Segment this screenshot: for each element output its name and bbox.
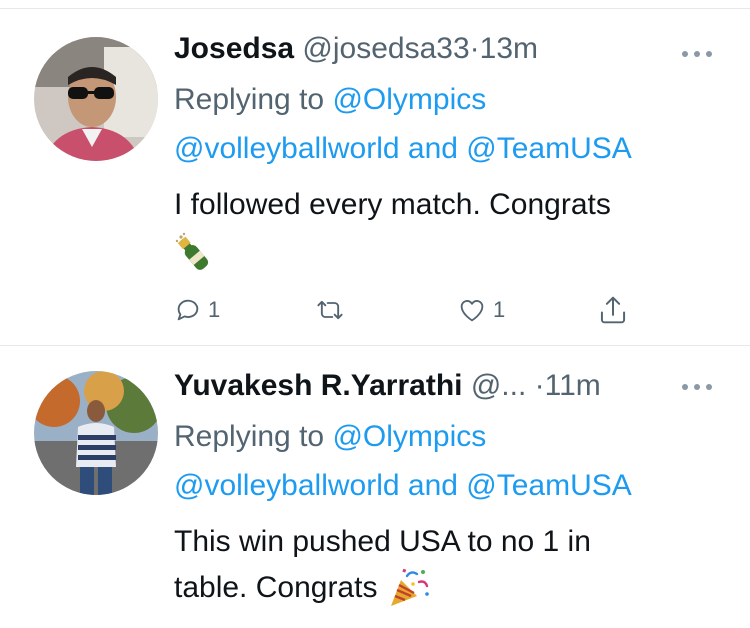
avatar[interactable] [34, 371, 158, 495]
retweet-button[interactable] [314, 292, 352, 328]
mention-teamusa[interactable]: @TeamUSA [466, 132, 632, 165]
replying-prefix: Replying to [174, 420, 325, 453]
more-options-icon[interactable] [680, 382, 714, 392]
share-icon [600, 296, 626, 324]
tweet-header: Yuvakesh R.Yarrathi @... ·11m [174, 368, 720, 404]
tweet-text-line1: This win pushed USA to no 1 in [174, 525, 591, 558]
display-name[interactable]: Josedsa [174, 32, 294, 65]
tweet-text-line2-row: table. Congrats [174, 565, 710, 611]
tweet-1[interactable]: Josedsa @josedsa33·13m Replying to @Olym… [0, 9, 750, 344]
champagne-bottle-emoji [175, 232, 209, 270]
display-name[interactable]: Yuvakesh R.Yarrathi [174, 369, 463, 402]
tweet-2[interactable]: Yuvakesh R.Yarrathi @... ·11m Replying t… [0, 346, 750, 628]
party-popper-emoji [391, 568, 430, 606]
replying-to-line2: @volleyballworld and @TeamUSA [174, 462, 632, 510]
replying-to: Replying to @Olympics [174, 413, 486, 461]
like-count: 1 [493, 297, 506, 322]
mention-volleyballworld[interactable]: @volleyballworld [174, 132, 400, 165]
share-button[interactable] [598, 292, 628, 328]
timestamp[interactable]: 13m [480, 32, 538, 65]
user-handle[interactable]: @josedsa33 [302, 32, 469, 65]
timestamp[interactable]: 11m [545, 369, 601, 402]
mention-olympics[interactable]: @Olympics [332, 83, 486, 116]
tweet-header: Josedsa @josedsa33·13m [174, 31, 720, 67]
replying-prefix: Replying to [174, 83, 325, 116]
reply-icon [177, 299, 199, 321]
reply-count: 1 [208, 297, 221, 322]
tweet-text: This win pushed USA to no 1 in table. Co… [174, 519, 710, 611]
mention-teamusa[interactable]: @TeamUSA [466, 469, 632, 502]
separator-dot: · [534, 369, 545, 402]
reply-button[interactable]: 1 [174, 292, 220, 328]
separator-dot: · [469, 32, 480, 65]
tweet-text: I followed every match. Congrats [174, 182, 710, 228]
avatar[interactable] [34, 37, 158, 161]
replying-to-line2: @volleyballworld and @TeamUSA [174, 125, 632, 173]
more-options-icon[interactable] [680, 49, 714, 59]
heart-icon [460, 300, 484, 322]
replying-joiner[interactable]: and [408, 469, 458, 502]
retweet-icon [317, 300, 343, 320]
mention-volleyballworld[interactable]: @volleyballworld [174, 469, 400, 502]
tweet-text-content: I followed every match. Congrats [174, 188, 611, 221]
like-button[interactable]: 1 [457, 292, 505, 328]
tweet-text-line2: table. Congrats [174, 571, 378, 604]
mention-olympics[interactable]: @Olympics [332, 420, 486, 453]
tweet-actions: 1 1 [174, 292, 634, 328]
replying-to: Replying to @Olympics [174, 76, 486, 124]
replying-joiner[interactable]: and [408, 132, 458, 165]
user-handle[interactable]: @... [471, 369, 526, 402]
